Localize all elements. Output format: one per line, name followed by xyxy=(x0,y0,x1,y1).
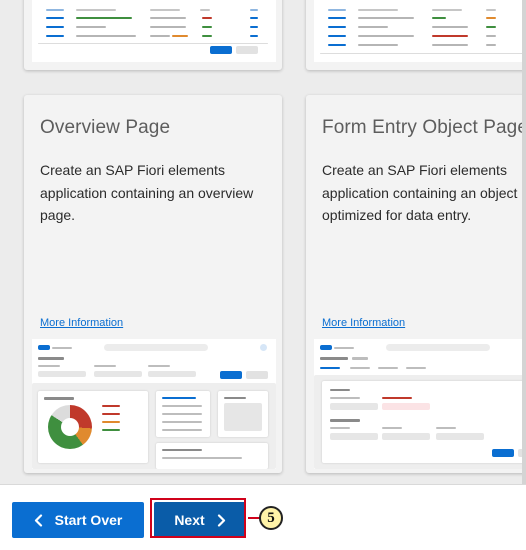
next-label: Next xyxy=(174,512,205,528)
chevron-left-icon xyxy=(34,513,42,527)
start-over-button[interactable]: Start Over xyxy=(12,502,144,538)
vertical-scrollbar[interactable] xyxy=(522,0,526,484)
more-information-link[interactable]: More Information xyxy=(40,317,123,329)
tile-worklist-partial[interactable] xyxy=(306,0,526,70)
next-button[interactable]: Next xyxy=(154,502,246,538)
more-information-link[interactable]: More Information xyxy=(322,317,405,329)
chevron-right-icon xyxy=(217,513,225,527)
tile-overview-page[interactable]: Overview Page Create an SAP Fiori elemen… xyxy=(24,95,282,473)
template-gallery: Overview Page Create an SAP Fiori elemen… xyxy=(0,0,526,550)
start-over-label: Start Over xyxy=(54,512,123,528)
wizard-footer: Start Over Next 5 xyxy=(0,484,526,550)
tile-preview-image xyxy=(32,339,276,469)
tile-list-report-partial[interactable] xyxy=(24,0,282,70)
tile-title: Form Entry Object Page xyxy=(322,117,526,138)
tile-preview-image xyxy=(314,339,526,469)
tile-form-entry-object-page[interactable]: Form Entry Object Page Create an SAP Fio… xyxy=(306,95,526,473)
step-callout-badge: 5 xyxy=(259,506,283,530)
tile-preview-image xyxy=(314,0,526,62)
tile-preview-image xyxy=(32,0,276,62)
tile-description: Create an SAP Fiori elements application… xyxy=(40,162,254,223)
tile-title: Overview Page xyxy=(40,117,171,138)
tile-description: Create an SAP Fiori elements application… xyxy=(322,162,518,223)
